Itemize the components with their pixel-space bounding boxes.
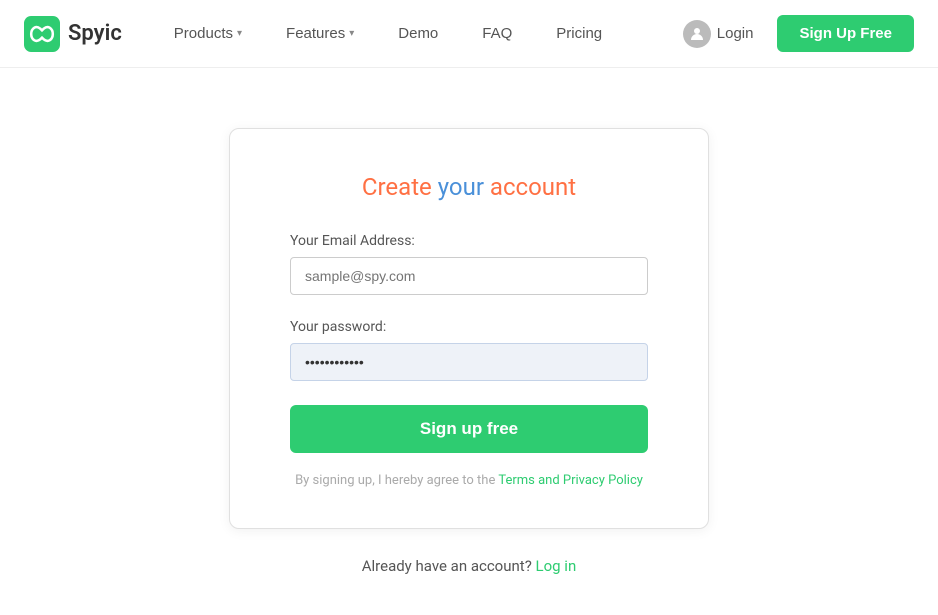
user-icon bbox=[683, 20, 711, 48]
nav-signup-button[interactable]: Sign Up Free bbox=[777, 15, 914, 52]
terms-link[interactable]: Terms and Privacy Policy bbox=[498, 473, 643, 488]
log-in-link[interactable]: Log in bbox=[536, 557, 577, 575]
brand-name: Spyic bbox=[68, 21, 122, 46]
chevron-down-icon: ▾ bbox=[237, 28, 242, 39]
password-input[interactable] bbox=[290, 343, 648, 381]
title-create: Create bbox=[362, 173, 438, 201]
nav-right: Login Sign Up Free bbox=[667, 12, 914, 56]
signup-submit-button[interactable]: Sign up free bbox=[290, 405, 648, 453]
nav-faq[interactable]: FAQ bbox=[462, 17, 532, 50]
password-label: Your password: bbox=[290, 319, 648, 335]
page-content: Create your account Your Email Address: … bbox=[0, 68, 938, 615]
nav-features[interactable]: Features ▾ bbox=[266, 17, 374, 50]
logo-link[interactable]: Spyic bbox=[24, 16, 122, 52]
email-label: Your Email Address: bbox=[290, 233, 648, 249]
login-button[interactable]: Login bbox=[667, 12, 770, 56]
navbar: Spyic Products ▾ Features ▾ Demo FAQ Pri… bbox=[0, 0, 938, 68]
nav-links: Products ▾ Features ▾ Demo FAQ Pricing bbox=[154, 17, 667, 50]
signup-card: Create your account Your Email Address: … bbox=[229, 128, 709, 529]
terms-text: By signing up, I hereby agree to the Ter… bbox=[290, 473, 648, 488]
email-field-group: Your Email Address: bbox=[290, 233, 648, 295]
nav-pricing[interactable]: Pricing bbox=[536, 17, 622, 50]
card-title: Create your account bbox=[290, 173, 648, 201]
email-input[interactable] bbox=[290, 257, 648, 295]
already-have-account: Already have an account? Log in bbox=[362, 557, 577, 575]
title-account: account bbox=[484, 173, 576, 201]
title-your: your bbox=[438, 173, 484, 201]
nav-products[interactable]: Products ▾ bbox=[154, 17, 262, 50]
password-field-group: Your password: bbox=[290, 319, 648, 381]
logo-icon bbox=[24, 16, 60, 52]
nav-demo[interactable]: Demo bbox=[378, 17, 458, 50]
chevron-down-icon: ▾ bbox=[349, 28, 354, 39]
